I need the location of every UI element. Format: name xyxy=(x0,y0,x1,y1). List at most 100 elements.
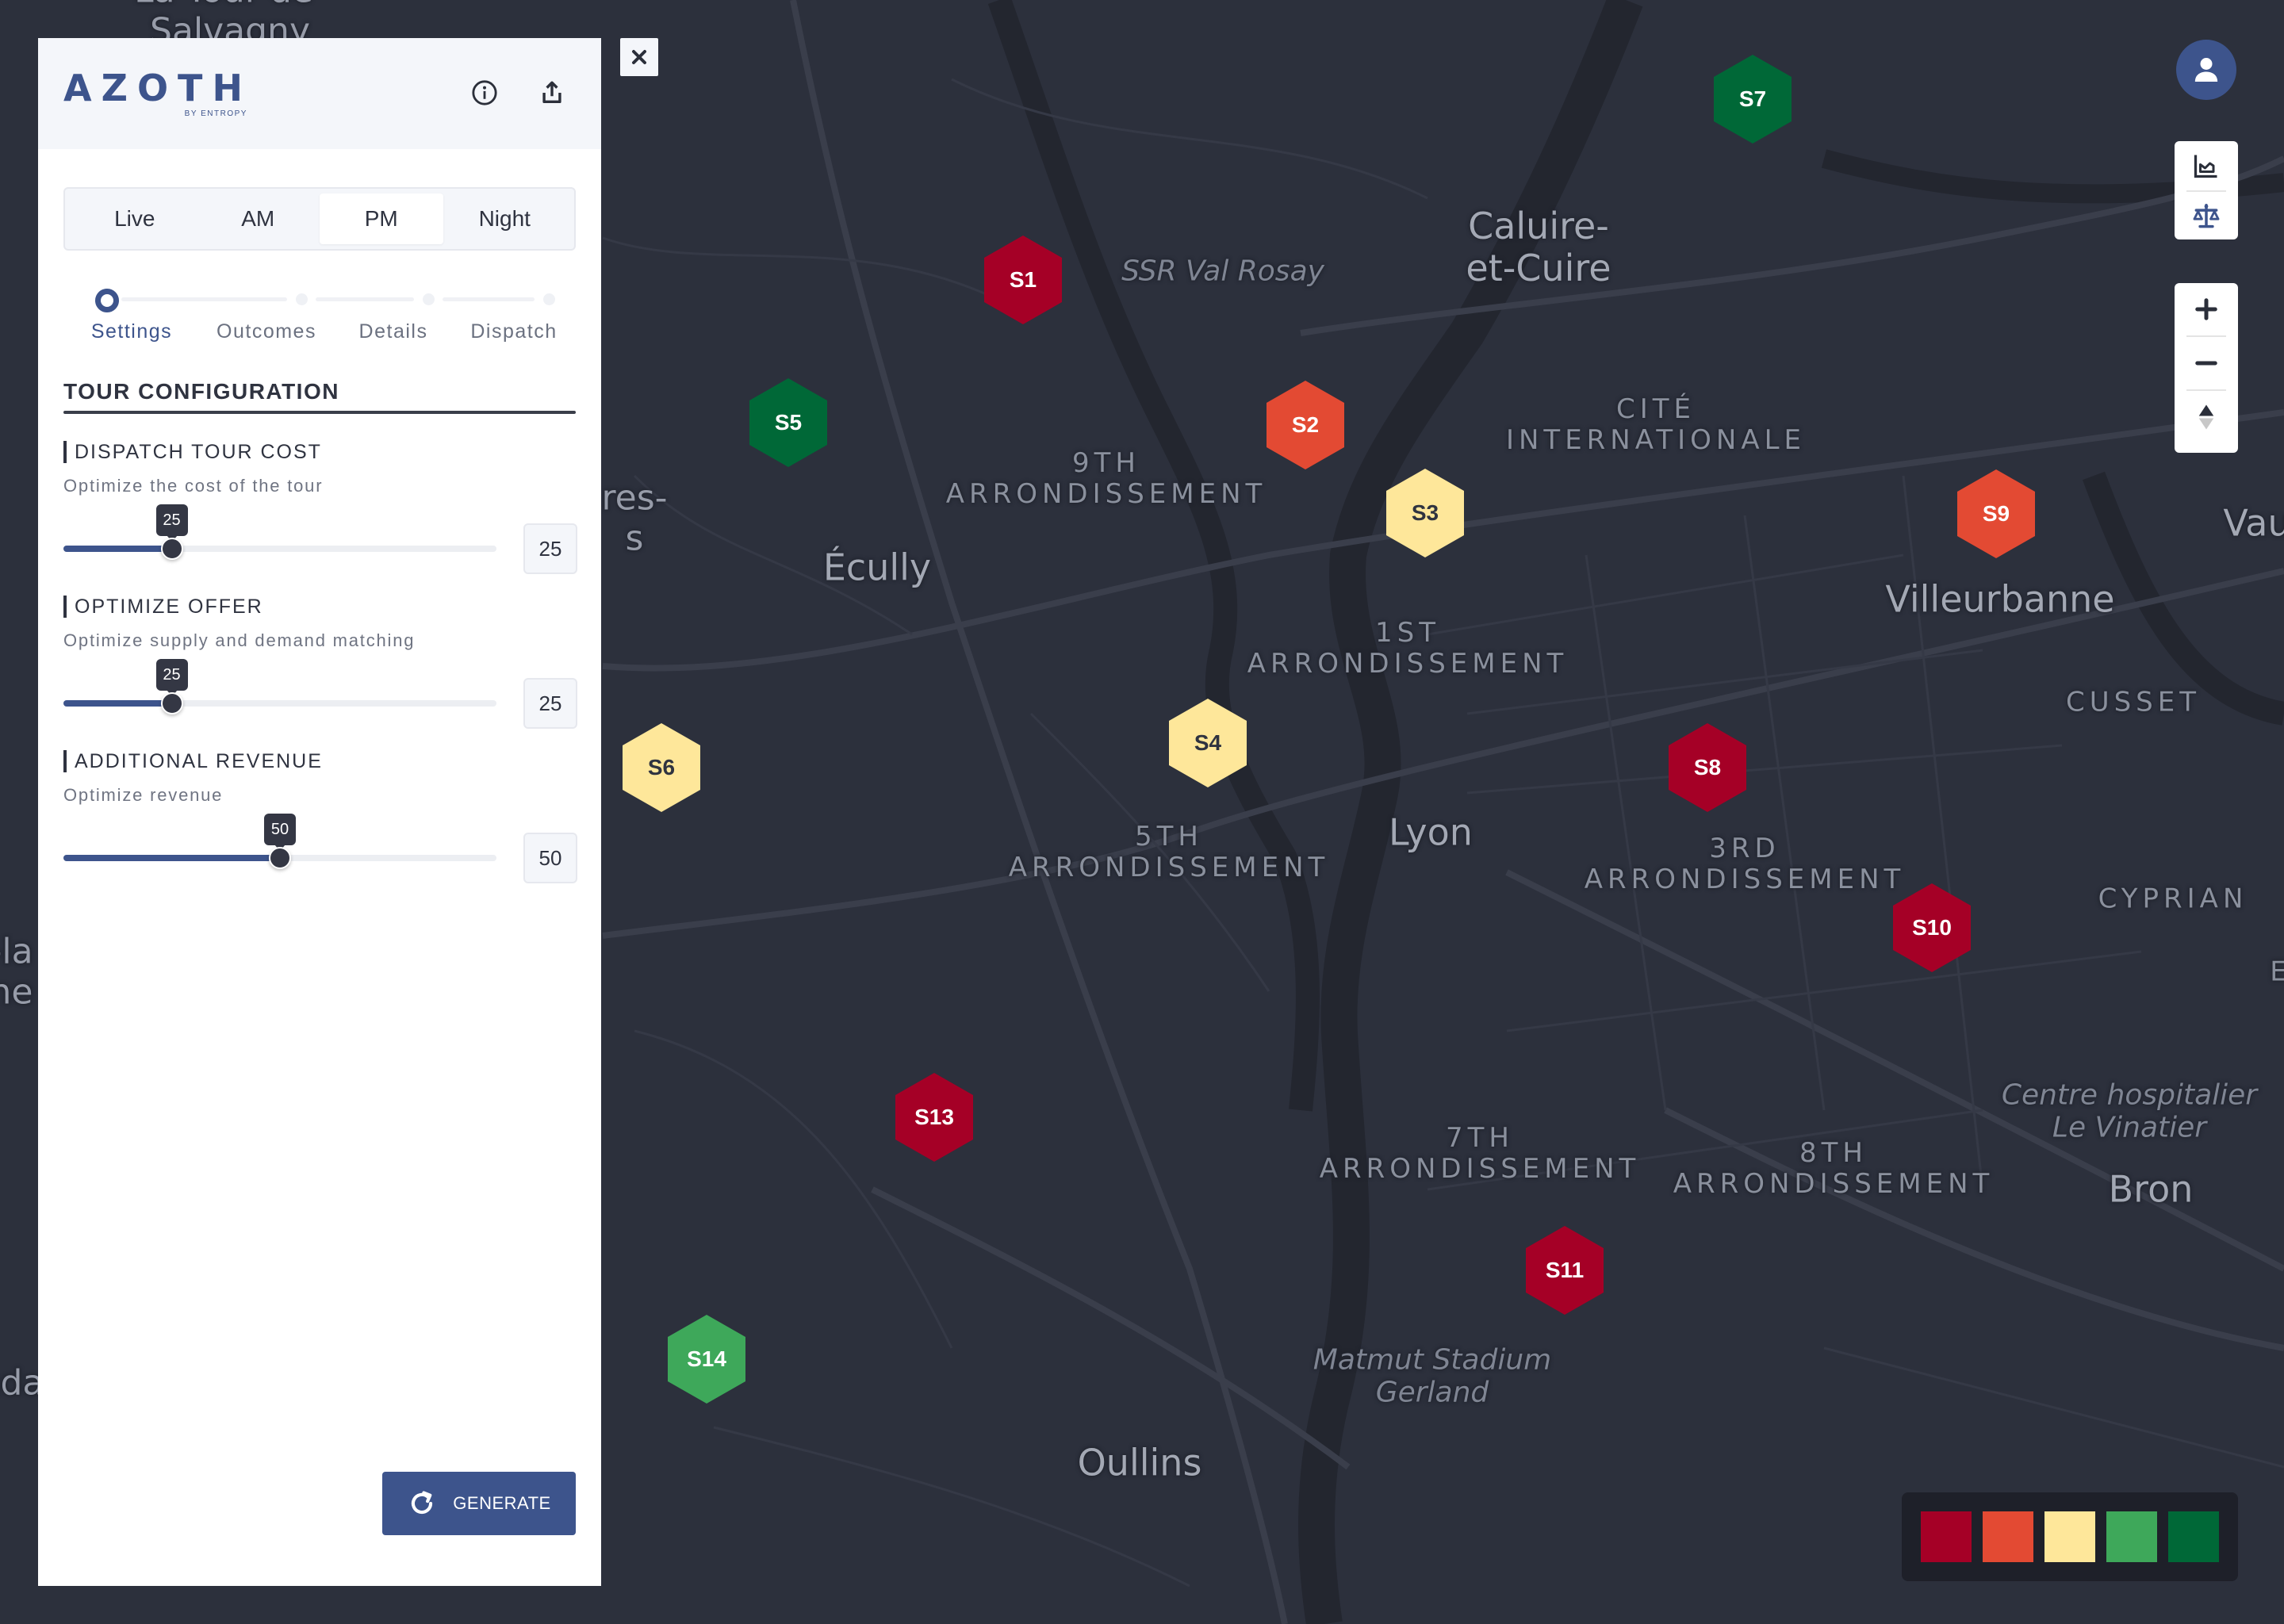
station-label: S7 xyxy=(1738,86,1767,111)
step-dispatch[interactable]: Dispatch xyxy=(470,320,557,343)
map-label: Vau xyxy=(2223,501,2284,545)
step-outcomes[interactable]: Outcomes xyxy=(217,320,316,343)
step-connector xyxy=(121,297,287,301)
plus-icon xyxy=(2195,298,2217,320)
legend-swatch xyxy=(2044,1511,2095,1562)
station-marker-s3[interactable]: S3 xyxy=(1386,469,1464,557)
slider-value-input[interactable]: 25 xyxy=(523,523,577,574)
step-connector xyxy=(316,297,414,301)
map-label: SSR Val Rosay xyxy=(1121,255,1324,288)
slider-value-input[interactable]: 50 xyxy=(523,833,577,883)
station-marker-s14[interactable]: S14 xyxy=(668,1315,745,1404)
slider-thumb[interactable] xyxy=(160,692,183,714)
brand-byline: BY ENTROPY xyxy=(184,109,247,118)
map-label: 7TH ARRONDISSEMENT xyxy=(1319,1121,1641,1185)
section-divider xyxy=(63,411,576,414)
zoom-out-button[interactable] xyxy=(2175,337,2238,389)
station-marker-s13[interactable]: S13 xyxy=(895,1073,973,1162)
step-indicator-outcomes xyxy=(296,293,308,305)
param-title: DISPATCH TOUR COST xyxy=(63,441,322,463)
legend-swatch xyxy=(2106,1511,2157,1562)
station-label: S6 xyxy=(647,755,676,779)
panel-header: AZOTH BY ENTROPY xyxy=(38,38,601,149)
slider-track[interactable] xyxy=(63,692,496,714)
station-marker-s7[interactable]: S7 xyxy=(1714,55,1792,144)
station-marker-s9[interactable]: S9 xyxy=(1957,469,2035,558)
slider-value-input[interactable]: 25 xyxy=(523,678,577,729)
station-marker-s1[interactable]: S1 xyxy=(984,236,1062,324)
slider-value-tooltip: 50 xyxy=(264,814,296,851)
legend-swatch xyxy=(1983,1511,2033,1562)
period-tab-live[interactable]: Live xyxy=(73,193,197,244)
export-button[interactable] xyxy=(535,76,569,109)
close-panel-button[interactable] xyxy=(620,38,658,76)
slider-thumb[interactable] xyxy=(160,538,183,560)
map-label: 8TH ARRONDISSEMENT xyxy=(1673,1136,1995,1200)
step-details[interactable]: Details xyxy=(359,320,428,343)
generate-label: GENERATE xyxy=(453,1493,551,1513)
minus-icon xyxy=(2195,361,2217,366)
legend-swatch xyxy=(1921,1511,1972,1562)
slider-fill xyxy=(63,855,280,861)
map-label: CUSSET xyxy=(2065,686,2202,718)
station-label: S1 xyxy=(1009,267,1037,292)
map-label: Caluire- et-Cuire xyxy=(1466,205,1611,289)
balance-button[interactable] xyxy=(2175,192,2238,241)
reset-bearing-button[interactable] xyxy=(2175,391,2238,443)
param-additional-revenue: ADDITIONAL REVENUE Optimize revenue 50 50 xyxy=(63,750,577,901)
station-marker-s5[interactable]: S5 xyxy=(749,378,827,467)
color-legend xyxy=(1902,1492,2238,1581)
info-button[interactable] xyxy=(468,76,501,109)
close-icon xyxy=(632,50,646,64)
param-description: Optimize the cost of the tour xyxy=(63,476,324,496)
map-label: 3RD ARRONDISSEMENT xyxy=(1584,832,1906,895)
period-tab-night[interactable]: Night xyxy=(443,193,567,244)
map-label: res- s xyxy=(601,477,668,558)
station-marker-s10[interactable]: S10 xyxy=(1893,883,1971,972)
slider-track[interactable] xyxy=(63,847,496,869)
param-dispatch-tour-cost: DISPATCH TOUR COST Optimize the cost of t… xyxy=(63,441,577,592)
station-marker-s11[interactable]: S11 xyxy=(1526,1226,1604,1315)
legend-swatch xyxy=(2168,1511,2219,1562)
user-avatar-button[interactable] xyxy=(2176,40,2236,100)
map-label: CYPRIAN xyxy=(2098,883,2248,915)
slider-track[interactable] xyxy=(63,538,496,560)
slider-thumb[interactable] xyxy=(269,847,291,869)
map-label: 9TH ARRONDISSEMENT xyxy=(945,446,1267,510)
refresh-icon xyxy=(412,1491,433,1515)
zoom-controls xyxy=(2175,283,2238,453)
period-tabs: Live AM PM Night xyxy=(63,187,576,251)
map-label: CITÉ INTERNATIONALE xyxy=(1505,393,1807,456)
station-marker-s8[interactable]: S8 xyxy=(1669,723,1746,812)
station-marker-s4[interactable]: S4 xyxy=(1169,699,1247,787)
station-label: S10 xyxy=(1912,915,1952,940)
param-description: Optimize supply and demand matching xyxy=(63,630,416,650)
station-marker-s6[interactable]: S6 xyxy=(623,723,700,812)
station-marker-s2[interactable]: S2 xyxy=(1267,381,1344,469)
generate-button[interactable]: GENERATE xyxy=(382,1472,576,1535)
slider-value-tooltip: 25 xyxy=(155,504,188,542)
period-tab-pm[interactable]: PM xyxy=(320,193,443,244)
map-label: Matmut Stadium Gerland xyxy=(1313,1343,1552,1409)
period-tab-am[interactable]: AM xyxy=(197,193,320,244)
station-label: S5 xyxy=(774,410,803,435)
map-label: Centre hospitalier Le Vinatier xyxy=(2001,1078,2258,1144)
station-label: S3 xyxy=(1411,500,1439,525)
map-label: Bron xyxy=(2108,1167,2194,1211)
station-label: S13 xyxy=(914,1105,954,1129)
chart-button[interactable] xyxy=(2175,141,2238,190)
step-indicator-details xyxy=(423,293,435,305)
step-settings[interactable]: Settings xyxy=(91,320,172,343)
param-title: ADDITIONAL REVENUE xyxy=(63,750,323,772)
zoom-in-button[interactable] xyxy=(2175,283,2238,335)
map-label: Villeurbanne xyxy=(1885,577,2115,621)
compass-north-icon xyxy=(2198,404,2214,430)
station-label: S11 xyxy=(1545,1258,1585,1282)
brand-wordmark: AZOTH xyxy=(63,67,252,109)
param-title: OPTIMIZE OFFER xyxy=(63,596,263,618)
station-label: S14 xyxy=(687,1346,726,1371)
station-label: S8 xyxy=(1693,755,1722,779)
map-label: -la ne xyxy=(0,931,33,1012)
brand-logo: AZOTH BY ENTROPY xyxy=(63,70,252,118)
slider-fill xyxy=(63,546,172,552)
